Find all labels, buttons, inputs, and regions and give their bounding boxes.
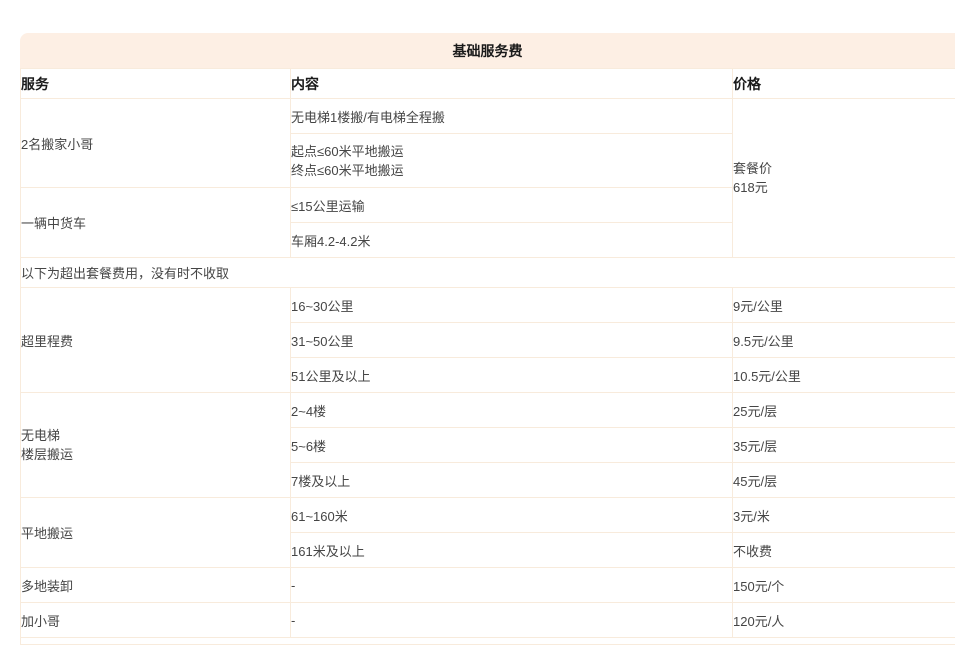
price-cell: 35元/层 [733, 428, 955, 463]
content-cell: 7楼及以上 [291, 463, 733, 498]
table-row: 加小哥 - 120元/人 [21, 603, 955, 638]
table-title: 基础服务费 [453, 41, 523, 61]
content-cell: 51公里及以上 [291, 358, 733, 393]
partial-cell [21, 638, 955, 645]
service-cell-multi-location: 多地装卸 [21, 568, 291, 603]
content-cell: 无电梯1楼搬/有电梯全程搬 [291, 99, 733, 134]
pricing-table-grid: 服务 内容 价格 2名搬家小哥 无电梯1楼搬/有电梯全程搬 套餐价 618元 起… [20, 68, 955, 645]
column-header-price: 价格 [733, 69, 955, 99]
table-row: 2名搬家小哥 无电梯1楼搬/有电梯全程搬 套餐价 618元 [21, 99, 955, 134]
service-cell-movers: 2名搬家小哥 [21, 99, 291, 188]
content-cell: 车厢4.2-4.2米 [291, 223, 733, 258]
price-cell: 9元/公里 [733, 288, 955, 323]
content-cell: 2~4楼 [291, 393, 733, 428]
content-cell: 5~6楼 [291, 428, 733, 463]
package-price-cell: 套餐价 618元 [733, 99, 955, 258]
price-cell: 10.5元/公里 [733, 358, 955, 393]
price-cell: 3元/米 [733, 498, 955, 533]
service-cell-mileage: 超里程费 [21, 288, 291, 393]
partial-row [21, 638, 955, 645]
column-header-row: 服务 内容 价格 [21, 69, 955, 99]
content-cell: 16~30公里 [291, 288, 733, 323]
pricing-table: 基础服务费 服务 内容 价格 2名搬家小哥 无电梯1楼搬/有电梯全程搬 套餐价 … [20, 33, 955, 645]
column-header-content: 内容 [291, 69, 733, 99]
content-cell: - [291, 568, 733, 603]
content-cell: 61~160米 [291, 498, 733, 533]
notice-text: 以下为超出套餐费用，没有时不收取 [21, 258, 955, 288]
service-cell-flat-ground: 平地搬运 [21, 498, 291, 568]
price-cell: 150元/个 [733, 568, 955, 603]
content-cell: 起点≤60米平地搬运 终点≤60米平地搬运 [291, 134, 733, 188]
table-row: 无电梯 楼层搬运 2~4楼 25元/层 [21, 393, 955, 428]
table-row: 平地搬运 61~160米 3元/米 [21, 498, 955, 533]
service-cell-no-elevator: 无电梯 楼层搬运 [21, 393, 291, 498]
price-cell: 9.5元/公里 [733, 323, 955, 358]
column-header-service: 服务 [21, 69, 291, 99]
price-cell: 120元/人 [733, 603, 955, 638]
service-cell-extra-mover: 加小哥 [21, 603, 291, 638]
content-cell: 31~50公里 [291, 323, 733, 358]
price-cell: 25元/层 [733, 393, 955, 428]
table-row: 超里程费 16~30公里 9元/公里 [21, 288, 955, 323]
content-cell: ≤15公里运输 [291, 188, 733, 223]
price-cell: 不收费 [733, 533, 955, 568]
price-cell: 45元/层 [733, 463, 955, 498]
table-title-band: 基础服务费 [20, 33, 955, 68]
table-row: 多地装卸 - 150元/个 [21, 568, 955, 603]
content-cell: 161米及以上 [291, 533, 733, 568]
service-cell-truck: 一辆中货车 [21, 188, 291, 258]
notice-row: 以下为超出套餐费用，没有时不收取 [21, 258, 955, 288]
content-cell: - [291, 603, 733, 638]
